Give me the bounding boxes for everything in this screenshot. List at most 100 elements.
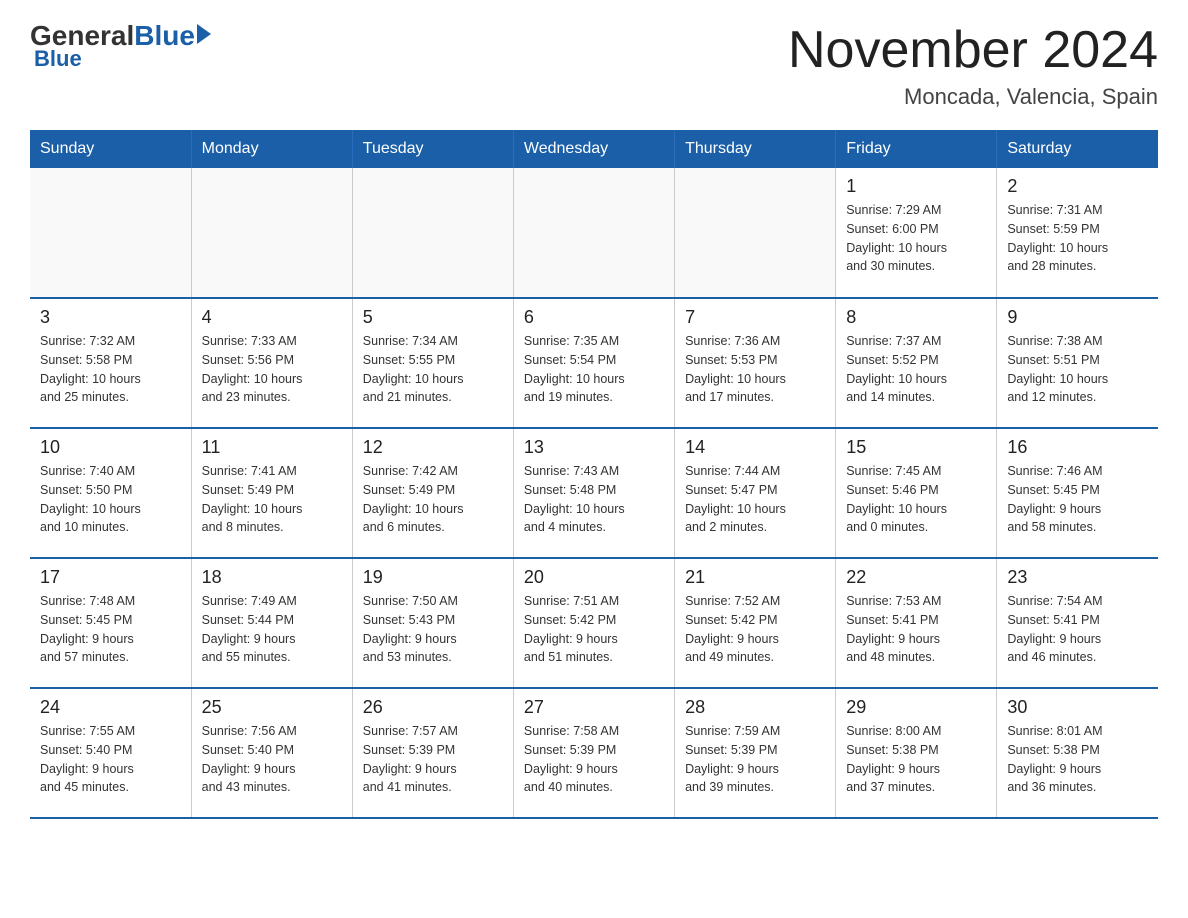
day-number: 13 (524, 437, 664, 458)
day-number: 4 (202, 307, 342, 328)
day-info: Sunrise: 7:54 AM Sunset: 5:41 PM Dayligh… (1007, 592, 1148, 667)
day-info: Sunrise: 7:35 AM Sunset: 5:54 PM Dayligh… (524, 332, 664, 407)
calendar-day-cell: 30 Sunrise: 8:01 AM Sunset: 5:38 PM Dayli… (997, 688, 1158, 818)
day-number: 24 (40, 697, 181, 718)
day-number: 17 (40, 567, 181, 588)
calendar-week-row: 24 Sunrise: 7:55 AM Sunset: 5:40 PM Dayli… (30, 688, 1158, 818)
day-number: 12 (363, 437, 503, 458)
day-info: Sunrise: 7:29 AM Sunset: 6:00 PM Dayligh… (846, 201, 986, 276)
day-number: 27 (524, 697, 664, 718)
day-number: 21 (685, 567, 825, 588)
day-info: Sunrise: 7:55 AM Sunset: 5:40 PM Dayligh… (40, 722, 181, 797)
calendar-day-cell: 20Sunrise: 7:51 AM Sunset: 5:42 PM Dayli… (513, 558, 674, 688)
day-number: 30 (1007, 697, 1148, 718)
calendar-day-cell: 7 Sunrise: 7:36 AM Sunset: 5:53 PM Daylig… (675, 298, 836, 428)
calendar-day-cell (675, 168, 836, 298)
weekday-header-monday: Monday (191, 130, 352, 168)
day-number: 18 (202, 567, 342, 588)
title-area: November 2024 Moncada, Valencia, Spain (788, 20, 1158, 110)
calendar-header: SundayMondayTuesdayWednesdayThursdayFrid… (30, 130, 1158, 168)
day-number: 11 (202, 437, 342, 458)
calendar-table: SundayMondayTuesdayWednesdayThursdayFrid… (30, 130, 1158, 819)
calendar-day-cell: 11 Sunrise: 7:41 AM Sunset: 5:49 PM Dayli… (191, 428, 352, 558)
calendar-day-cell: 6 Sunrise: 7:35 AM Sunset: 5:54 PM Daylig… (513, 298, 674, 428)
day-number: 26 (363, 697, 503, 718)
day-info: Sunrise: 7:46 AM Sunset: 5:45 PM Dayligh… (1007, 462, 1148, 537)
weekday-header-row: SundayMondayTuesdayWednesdayThursdayFrid… (30, 130, 1158, 168)
day-info: Sunrise: 7:52 AM Sunset: 5:42 PM Dayligh… (685, 592, 825, 667)
calendar-day-cell: 9 Sunrise: 7:38 AM Sunset: 5:51 PM Daylig… (997, 298, 1158, 428)
day-info: Sunrise: 7:45 AM Sunset: 5:46 PM Dayligh… (846, 462, 986, 537)
day-number: 7 (685, 307, 825, 328)
day-info: Sunrise: 7:58 AM Sunset: 5:39 PM Dayligh… (524, 722, 664, 797)
logo-subtitle: Blue (34, 46, 82, 72)
calendar-day-cell: 21 Sunrise: 7:52 AM Sunset: 5:42 PM Dayli… (675, 558, 836, 688)
calendar-day-cell: 23 Sunrise: 7:54 AM Sunset: 5:41 PM Dayli… (997, 558, 1158, 688)
calendar-day-cell (513, 168, 674, 298)
weekday-header-thursday: Thursday (675, 130, 836, 168)
calendar-day-cell: 5Sunrise: 7:34 AM Sunset: 5:55 PM Daylig… (352, 298, 513, 428)
day-info: Sunrise: 7:42 AM Sunset: 5:49 PM Dayligh… (363, 462, 503, 537)
calendar-day-cell: 14 Sunrise: 7:44 AM Sunset: 5:47 PM Dayli… (675, 428, 836, 558)
day-info: Sunrise: 7:41 AM Sunset: 5:49 PM Dayligh… (202, 462, 342, 537)
calendar-day-cell: 2 Sunrise: 7:31 AM Sunset: 5:59 PM Daylig… (997, 168, 1158, 298)
logo-arrow-icon (197, 24, 211, 44)
day-info: Sunrise: 7:31 AM Sunset: 5:59 PM Dayligh… (1007, 201, 1148, 276)
weekday-header-saturday: Saturday (997, 130, 1158, 168)
day-info: Sunrise: 7:36 AM Sunset: 5:53 PM Dayligh… (685, 332, 825, 407)
day-number: 3 (40, 307, 181, 328)
weekday-header-tuesday: Tuesday (352, 130, 513, 168)
day-number: 19 (363, 567, 503, 588)
day-number: 14 (685, 437, 825, 458)
calendar-week-row: 3 Sunrise: 7:32 AM Sunset: 5:58 PM Daylig… (30, 298, 1158, 428)
day-info: Sunrise: 8:00 AM Sunset: 5:38 PM Dayligh… (846, 722, 986, 797)
day-number: 15 (846, 437, 986, 458)
weekday-header-wednesday: Wednesday (513, 130, 674, 168)
month-title: November 2024 (788, 20, 1158, 80)
day-info: Sunrise: 7:32 AM Sunset: 5:58 PM Dayligh… (40, 332, 181, 407)
calendar-day-cell (191, 168, 352, 298)
calendar-week-row: 17Sunrise: 7:48 AM Sunset: 5:45 PM Dayli… (30, 558, 1158, 688)
calendar-day-cell: 4Sunrise: 7:33 AM Sunset: 5:56 PM Daylig… (191, 298, 352, 428)
day-info: Sunrise: 7:56 AM Sunset: 5:40 PM Dayligh… (202, 722, 342, 797)
calendar-day-cell: 13 Sunrise: 7:43 AM Sunset: 5:48 PM Dayli… (513, 428, 674, 558)
day-number: 20 (524, 567, 664, 588)
day-number: 29 (846, 697, 986, 718)
calendar-day-cell: 15 Sunrise: 7:45 AM Sunset: 5:46 PM Dayli… (836, 428, 997, 558)
calendar-day-cell: 18 Sunrise: 7:49 AM Sunset: 5:44 PM Dayli… (191, 558, 352, 688)
day-info: Sunrise: 8:01 AM Sunset: 5:38 PM Dayligh… (1007, 722, 1148, 797)
day-info: Sunrise: 7:43 AM Sunset: 5:48 PM Dayligh… (524, 462, 664, 537)
calendar-day-cell: 25 Sunrise: 7:56 AM Sunset: 5:40 PM Dayli… (191, 688, 352, 818)
day-number: 28 (685, 697, 825, 718)
calendar-day-cell: 29 Sunrise: 8:00 AM Sunset: 5:38 PM Dayli… (836, 688, 997, 818)
day-number: 23 (1007, 567, 1148, 588)
day-number: 22 (846, 567, 986, 588)
day-number: 25 (202, 697, 342, 718)
day-number: 8 (846, 307, 986, 328)
weekday-header-friday: Friday (836, 130, 997, 168)
day-number: 5 (363, 307, 503, 328)
day-info: Sunrise: 7:37 AM Sunset: 5:52 PM Dayligh… (846, 332, 986, 407)
calendar-week-row: 1 Sunrise: 7:29 AM Sunset: 6:00 PM Daylig… (30, 168, 1158, 298)
day-number: 9 (1007, 307, 1148, 328)
day-number: 2 (1007, 176, 1148, 197)
location-title: Moncada, Valencia, Spain (788, 84, 1158, 110)
calendar-day-cell: 16Sunrise: 7:46 AM Sunset: 5:45 PM Dayli… (997, 428, 1158, 558)
calendar-day-cell: 3 Sunrise: 7:32 AM Sunset: 5:58 PM Daylig… (30, 298, 191, 428)
day-info: Sunrise: 7:44 AM Sunset: 5:47 PM Dayligh… (685, 462, 825, 537)
day-number: 6 (524, 307, 664, 328)
weekday-header-sunday: Sunday (30, 130, 191, 168)
calendar-day-cell: 26 Sunrise: 7:57 AM Sunset: 5:39 PM Dayli… (352, 688, 513, 818)
day-info: Sunrise: 7:38 AM Sunset: 5:51 PM Dayligh… (1007, 332, 1148, 407)
calendar-week-row: 10Sunrise: 7:40 AM Sunset: 5:50 PM Dayli… (30, 428, 1158, 558)
day-info: Sunrise: 7:49 AM Sunset: 5:44 PM Dayligh… (202, 592, 342, 667)
calendar-day-cell: 27 Sunrise: 7:58 AM Sunset: 5:39 PM Dayli… (513, 688, 674, 818)
calendar-day-cell: 19Sunrise: 7:50 AM Sunset: 5:43 PM Dayli… (352, 558, 513, 688)
day-info: Sunrise: 7:57 AM Sunset: 5:39 PM Dayligh… (363, 722, 503, 797)
calendar-day-cell: 12 Sunrise: 7:42 AM Sunset: 5:49 PM Dayli… (352, 428, 513, 558)
logo: General Blue Blue (30, 20, 211, 72)
calendar-day-cell: 10Sunrise: 7:40 AM Sunset: 5:50 PM Dayli… (30, 428, 191, 558)
calendar-day-cell: 24 Sunrise: 7:55 AM Sunset: 5:40 PM Dayli… (30, 688, 191, 818)
day-number: 1 (846, 176, 986, 197)
logo-blue-text: Blue (134, 20, 195, 52)
